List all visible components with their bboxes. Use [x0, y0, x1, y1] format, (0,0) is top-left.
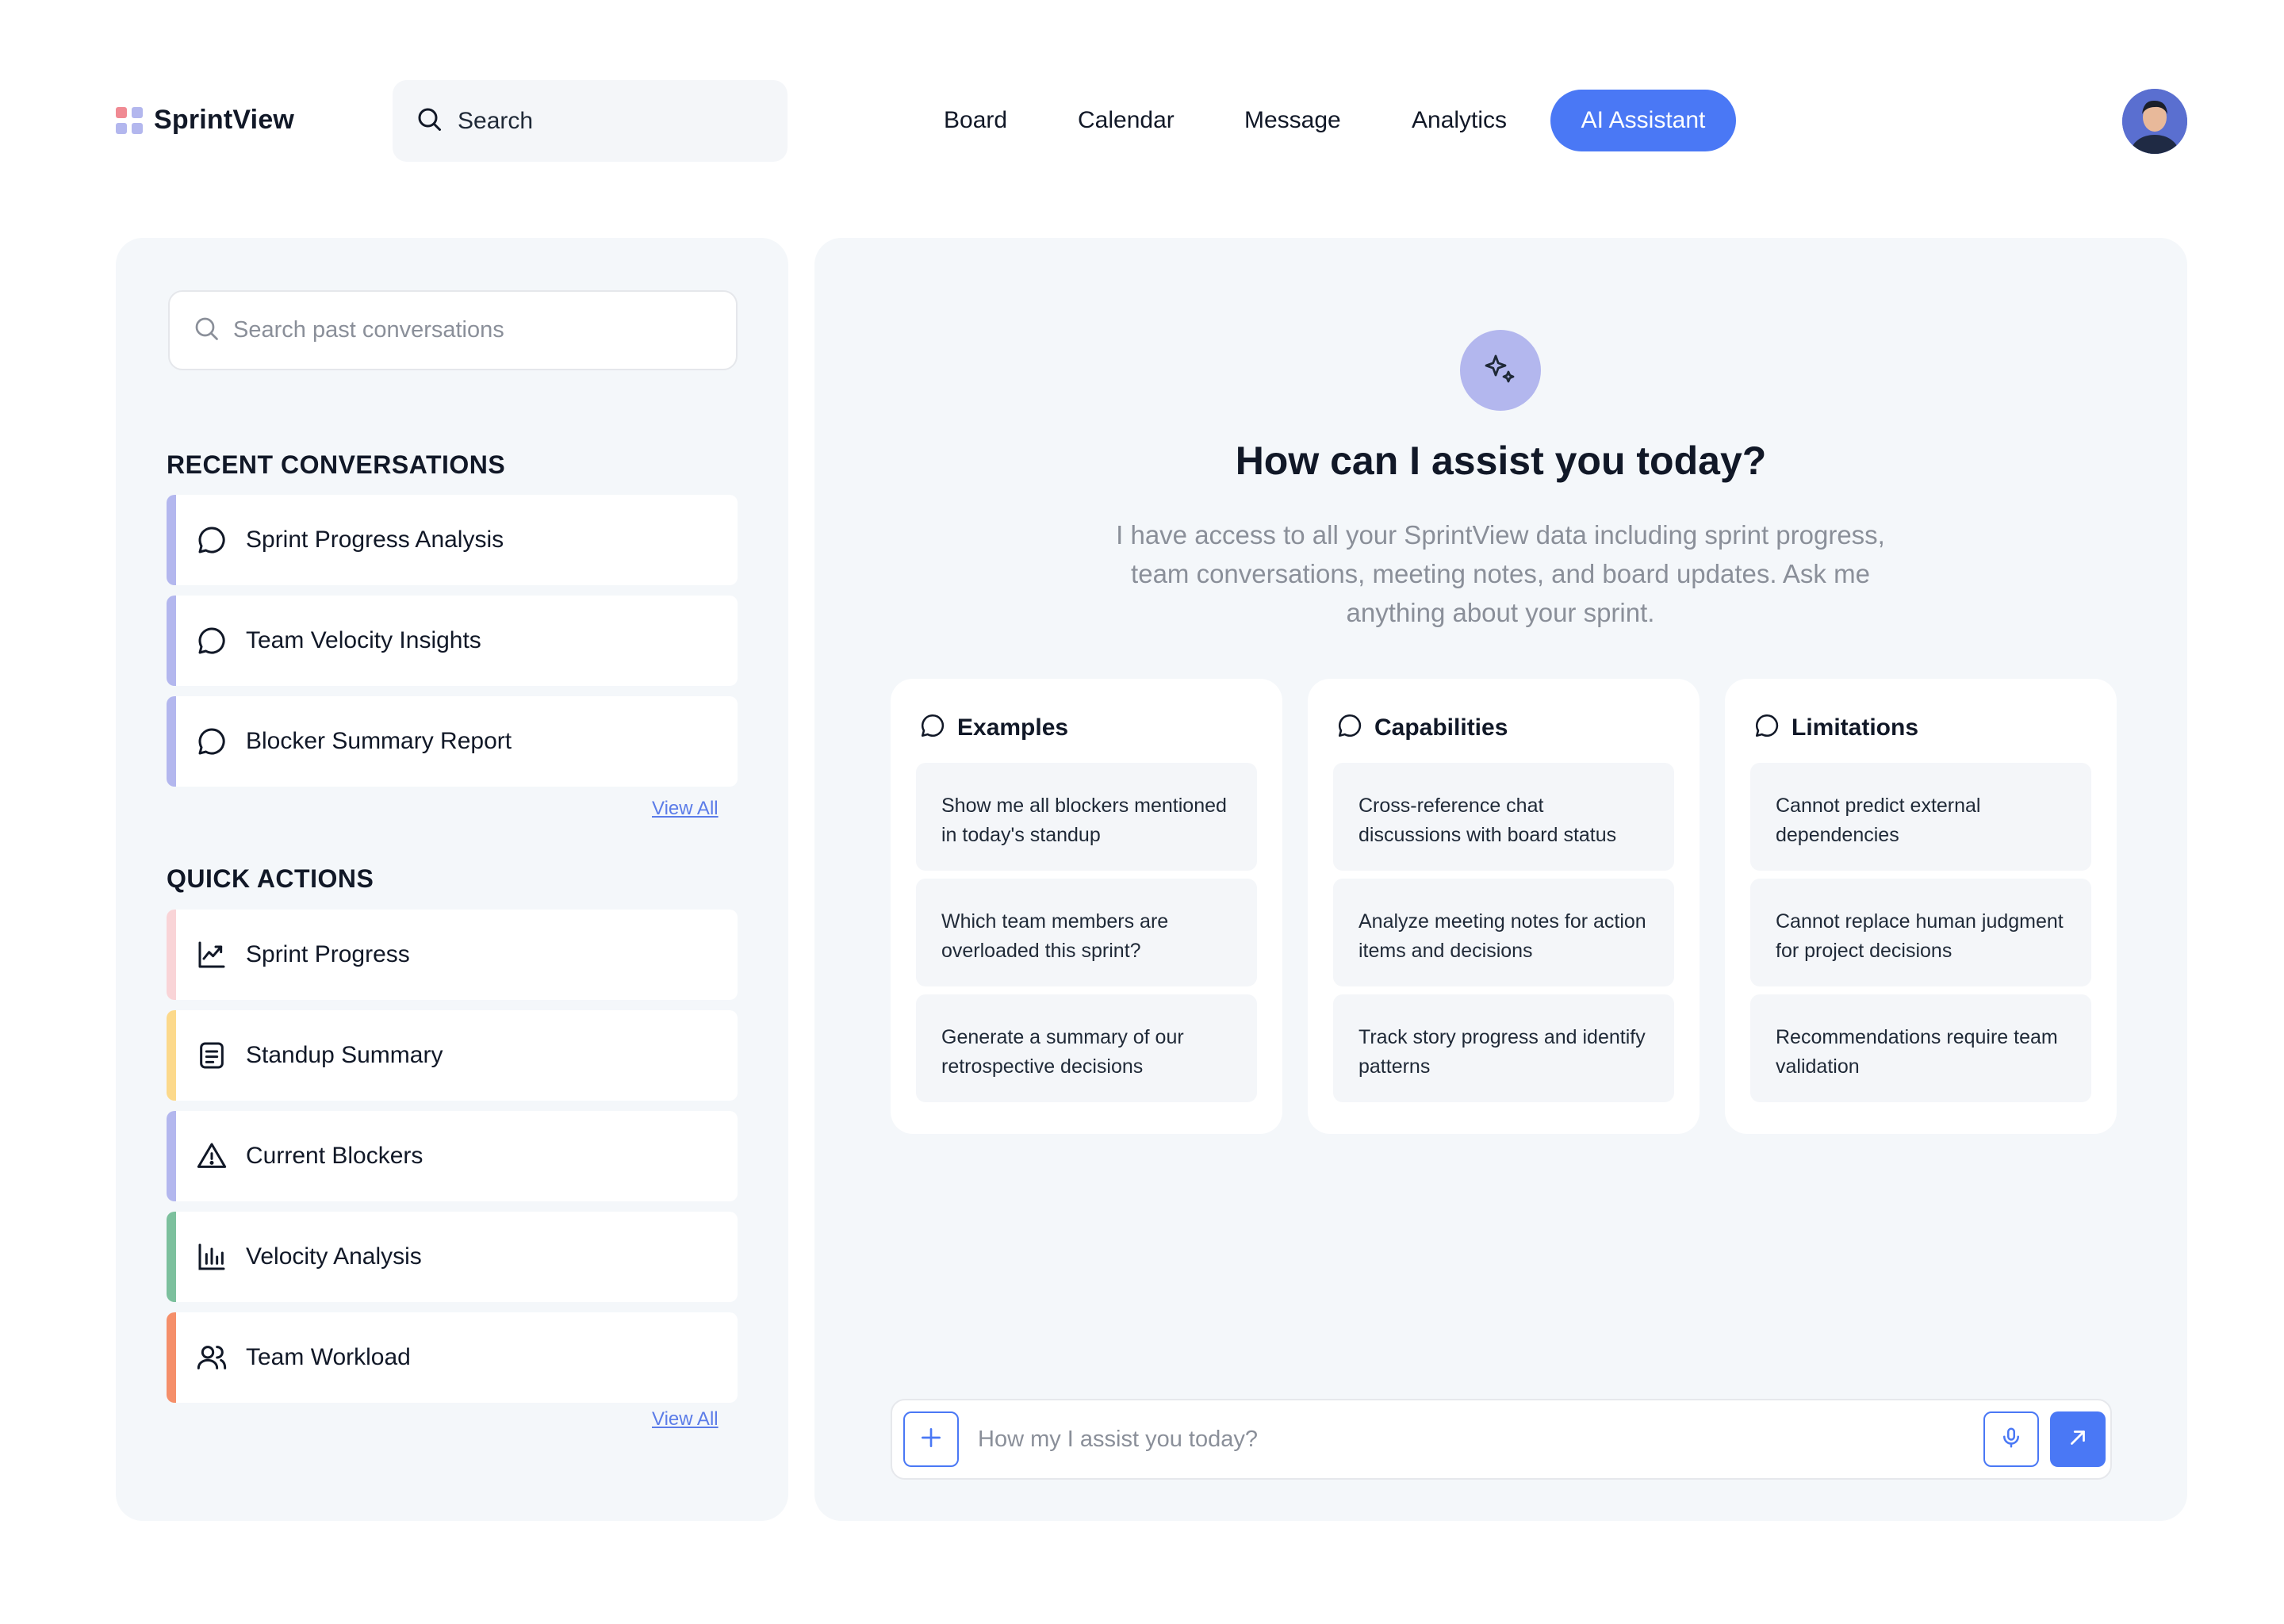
conversation-title: Sprint Progress Analysis [246, 527, 504, 553]
nav-ai-assistant[interactable]: AI Assistant [1550, 90, 1736, 151]
warning-icon [195, 1139, 228, 1173]
chat-bubble-icon [195, 725, 228, 758]
conversation-search-placeholder: Search past conversations [233, 317, 504, 343]
card-title: Limitations [1792, 714, 1919, 741]
sparkle-icon [1460, 330, 1541, 411]
send-arrow-icon [2066, 1426, 2090, 1454]
quick-action-sprint-progress[interactable]: Sprint Progress [167, 910, 738, 1000]
quick-view-all-link[interactable]: View All [652, 1408, 719, 1431]
example-prompt[interactable]: Which team members are overloaded this s… [916, 879, 1257, 986]
quick-action-label: Standup Summary [246, 1042, 443, 1068]
quick-actions-heading: QUICK ACTIONS [167, 864, 374, 893]
examples-card: Examples Show me all blockers mentioned … [891, 679, 1282, 1134]
chat-bubble-icon [195, 624, 228, 657]
example-prompt[interactable]: Generate a summary of our retrospective … [916, 994, 1257, 1102]
document-icon [195, 1039, 228, 1072]
global-search-label: Search [458, 107, 534, 134]
card-header: Examples [919, 712, 1068, 743]
search-icon [415, 105, 443, 137]
capability-item: Analyze meeting notes for action items a… [1333, 879, 1674, 986]
voice-input-button[interactable] [1983, 1411, 2039, 1467]
trend-chart-icon [195, 938, 228, 971]
quick-action-team-workload[interactable]: Team Workload [167, 1312, 738, 1403]
chat-bubble-icon [919, 712, 946, 743]
conversation-title: Team Velocity Insights [246, 627, 481, 653]
item-accent [167, 596, 176, 686]
send-button[interactable] [2050, 1411, 2106, 1467]
item-accent [167, 1212, 176, 1302]
quick-actions-list: Sprint Progress Standup Summary Current … [167, 910, 738, 1413]
limitation-item: Recommendations require team validation [1750, 994, 2091, 1102]
conversation-search-input[interactable]: Search past conversations [168, 290, 738, 370]
chat-input[interactable]: How my I assist you today? [978, 1427, 1258, 1453]
conversation-title: Blocker Summary Report [246, 728, 512, 754]
user-avatar[interactable] [2122, 89, 2187, 154]
nav-board[interactable]: Board [944, 107, 1007, 134]
example-prompt[interactable]: Show me all blockers mentioned in today'… [916, 763, 1257, 871]
recent-conversations-heading: RECENT CONVERSATIONS [167, 450, 506, 479]
brand-name: SprintView [154, 105, 295, 135]
quick-action-label: Velocity Analysis [246, 1243, 422, 1270]
quick-action-velocity-analysis[interactable]: Velocity Analysis [167, 1212, 738, 1302]
item-accent [167, 495, 176, 585]
assistant-panel: How can I assist you today? I have acces… [814, 238, 2187, 1521]
chat-bubble-icon [1336, 712, 1363, 743]
logo-mark-icon [116, 106, 143, 134]
limitation-item: Cannot replace human judgment for projec… [1750, 879, 2091, 986]
item-accent [167, 1111, 176, 1201]
item-accent [167, 910, 176, 1000]
conversation-sidebar: Search past conversations RECENT CONVERS… [116, 238, 788, 1521]
attach-button[interactable] [903, 1411, 959, 1467]
card-title: Examples [957, 714, 1069, 741]
global-search-input[interactable]: Search [393, 80, 788, 162]
plus-icon [918, 1425, 944, 1454]
conversation-item[interactable]: Blocker Summary Report [167, 696, 738, 787]
quick-action-standup-summary[interactable]: Standup Summary [167, 1010, 738, 1101]
item-accent [167, 1312, 176, 1403]
quick-action-label: Team Workload [246, 1344, 411, 1370]
recent-view-all-link[interactable]: View All [652, 798, 719, 820]
app-root: SprintView Search Board Calendar Message… [0, 0, 2284, 1624]
nav-message[interactable]: Message [1244, 107, 1341, 134]
users-icon [195, 1341, 228, 1374]
limitation-item: Cannot predict external dependencies [1750, 763, 2091, 871]
nav-analytics[interactable]: Analytics [1412, 107, 1507, 134]
limitations-card: Limitations Cannot predict external depe… [1725, 679, 2117, 1134]
chat-input-bar: How my I assist you today? [891, 1399, 2112, 1480]
item-accent [167, 696, 176, 787]
quick-action-current-blockers[interactable]: Current Blockers [167, 1111, 738, 1201]
card-header: Capabilities [1336, 712, 1508, 743]
conversation-item[interactable]: Sprint Progress Analysis [167, 495, 738, 585]
nav-calendar[interactable]: Calendar [1078, 107, 1175, 134]
microphone-icon [1999, 1426, 2023, 1454]
recent-conversations-list: Sprint Progress Analysis Team Velocity I… [167, 495, 738, 797]
item-accent [167, 1010, 176, 1101]
assistant-description: I have access to all your SprintView dat… [1116, 520, 1885, 627]
card-header: Limitations [1753, 712, 1918, 743]
card-title: Capabilities [1374, 714, 1508, 741]
bar-chart-icon [195, 1240, 228, 1274]
capability-item: Track story progress and identify patter… [1333, 994, 1674, 1102]
quick-action-label: Current Blockers [246, 1143, 423, 1169]
chat-bubble-icon [195, 523, 228, 557]
chat-bubble-icon [1753, 712, 1780, 743]
search-icon [192, 314, 220, 347]
quick-action-label: Sprint Progress [246, 941, 410, 967]
capabilities-card: Capabilities Cross-reference chat discus… [1308, 679, 1700, 1134]
brand-logo[interactable]: SprintView [116, 105, 294, 136]
conversation-item[interactable]: Team Velocity Insights [167, 596, 738, 686]
assistant-headline: How can I assist you today? [1235, 439, 1767, 483]
capability-item: Cross-reference chat discussions with bo… [1333, 763, 1674, 871]
